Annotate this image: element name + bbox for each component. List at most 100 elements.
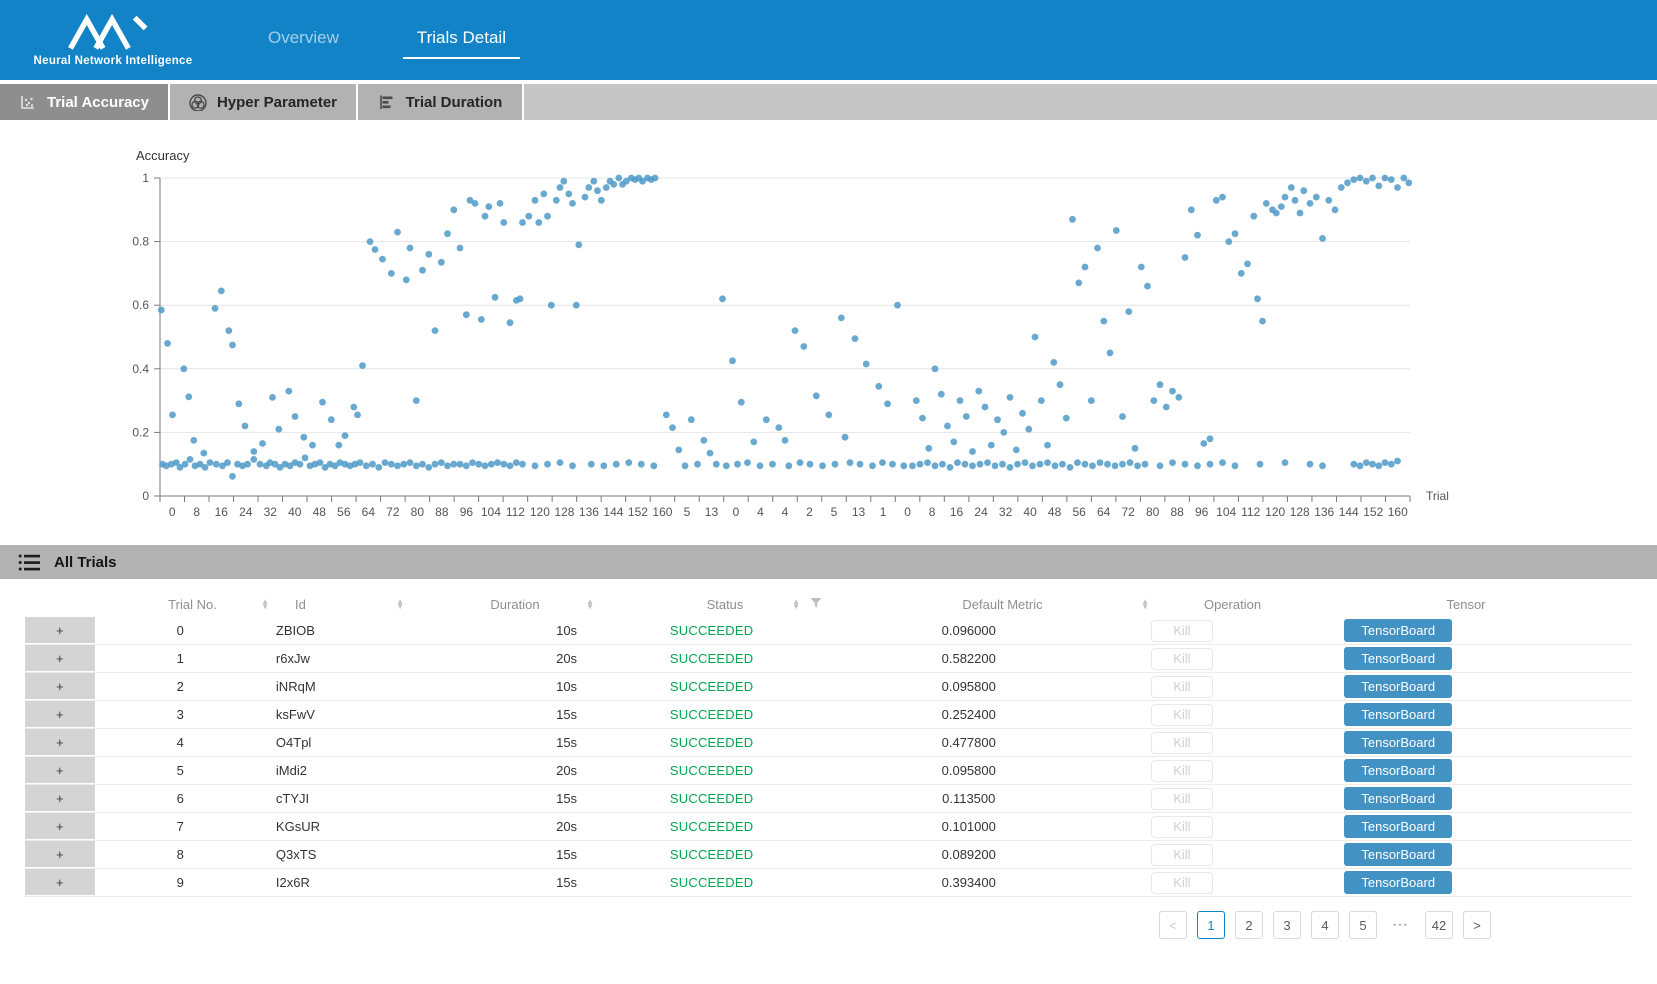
tensorboard-button[interactable]: TensorBoard bbox=[1344, 759, 1452, 782]
expand-row-button[interactable]: + bbox=[25, 701, 95, 728]
pagination-page-1[interactable]: 1 bbox=[1197, 911, 1225, 939]
svg-text:136: 136 bbox=[579, 505, 599, 519]
tensorboard-button[interactable]: TensorBoard bbox=[1344, 647, 1452, 670]
svg-text:152: 152 bbox=[1363, 505, 1383, 519]
accuracy-scatter-chart: Accuracy10.80.60.40.20081624324048566472… bbox=[0, 120, 1657, 532]
cell-default-metric: 0.095800 bbox=[818, 673, 1119, 700]
pagination-page-5[interactable]: 5 bbox=[1349, 911, 1377, 939]
pagination-page-2[interactable]: 2 bbox=[1235, 911, 1263, 939]
svg-text:40: 40 bbox=[1023, 505, 1037, 519]
sort-icon[interactable]: ▲▼ bbox=[396, 599, 404, 609]
expand-row-button[interactable]: + bbox=[25, 785, 95, 812]
kill-button[interactable]: Kill bbox=[1151, 648, 1213, 670]
sort-icon[interactable]: ▲▼ bbox=[586, 599, 594, 609]
status-badge: SUCCEEDED bbox=[670, 735, 753, 750]
kill-button[interactable]: Kill bbox=[1151, 732, 1213, 754]
pagination-page-42[interactable]: 42 bbox=[1425, 911, 1453, 939]
cell-trial-no: 2 bbox=[95, 673, 266, 700]
expand-row-button[interactable]: + bbox=[25, 729, 95, 756]
col-header-default-metric[interactable]: Default Metric▲▼ bbox=[840, 591, 1165, 617]
pagination-ellipsis[interactable]: ••• bbox=[1387, 911, 1415, 939]
svg-text:32: 32 bbox=[999, 505, 1013, 519]
col-header-duration[interactable]: Duration▲▼ bbox=[420, 591, 610, 617]
svg-text:4: 4 bbox=[757, 505, 764, 519]
pagination-page-3[interactable]: 3 bbox=[1273, 911, 1301, 939]
tab-label: Trial Accuracy bbox=[47, 94, 149, 111]
svg-text:1: 1 bbox=[142, 171, 149, 185]
kill-button[interactable]: Kill bbox=[1151, 816, 1213, 838]
status-badge: SUCCEEDED bbox=[670, 707, 753, 722]
nav-tab-trials-detail[interactable]: Trials Detail bbox=[407, 22, 516, 59]
col-header-operation: Operation bbox=[1165, 591, 1300, 617]
cell-operation: Kill bbox=[1119, 869, 1244, 896]
table-row: +8Q3xTS15sSUCCEEDED0.089200KillTensorBoa… bbox=[25, 841, 1632, 869]
cell-default-metric: 0.095800 bbox=[818, 757, 1119, 784]
cell-duration: 20s bbox=[401, 813, 605, 840]
cell-tensor: TensorBoard bbox=[1244, 785, 1632, 812]
col-header-id[interactable]: Id▲▼ bbox=[285, 591, 420, 617]
kill-button[interactable]: Kill bbox=[1151, 788, 1213, 810]
sort-icon[interactable]: ▲▼ bbox=[1141, 599, 1149, 609]
svg-text:72: 72 bbox=[1121, 505, 1135, 519]
nav-tab-overview[interactable]: Overview bbox=[258, 22, 349, 59]
table-row: +0ZBIOB10sSUCCEEDED0.096000KillTensorBoa… bbox=[25, 617, 1632, 645]
cell-status: SUCCEEDED bbox=[605, 841, 818, 868]
tensorboard-button[interactable]: TensorBoard bbox=[1344, 731, 1452, 754]
cell-tensor: TensorBoard bbox=[1244, 701, 1632, 728]
expand-row-button[interactable]: + bbox=[25, 869, 95, 896]
kill-button[interactable]: Kill bbox=[1151, 872, 1213, 894]
cell-status: SUCCEEDED bbox=[605, 617, 818, 644]
cell-trial-no: 6 bbox=[95, 785, 266, 812]
tensorboard-button[interactable]: TensorBoard bbox=[1344, 703, 1452, 726]
expand-row-button[interactable]: + bbox=[25, 757, 95, 784]
svg-text:0.8: 0.8 bbox=[132, 235, 149, 249]
kill-button[interactable]: Kill bbox=[1151, 844, 1213, 866]
kill-button[interactable]: Kill bbox=[1151, 676, 1213, 698]
filter-icon[interactable] bbox=[810, 597, 822, 612]
table-row: +3ksFwV15sSUCCEEDED0.252400KillTensorBoa… bbox=[25, 701, 1632, 729]
svg-text:0: 0 bbox=[142, 489, 149, 503]
expand-row-button[interactable]: + bbox=[25, 645, 95, 672]
tab-label: Trial Duration bbox=[406, 94, 503, 111]
expand-row-button[interactable]: + bbox=[25, 617, 95, 644]
tensorboard-button[interactable]: TensorBoard bbox=[1344, 675, 1452, 698]
tensorboard-button[interactable]: TensorBoard bbox=[1344, 815, 1452, 838]
kill-button[interactable]: Kill bbox=[1151, 704, 1213, 726]
pagination-next[interactable]: > bbox=[1463, 911, 1491, 939]
kill-button[interactable]: Kill bbox=[1151, 760, 1213, 782]
svg-text:48: 48 bbox=[313, 505, 327, 519]
tensorboard-button[interactable]: TensorBoard bbox=[1344, 619, 1452, 642]
kill-button[interactable]: Kill bbox=[1151, 620, 1213, 642]
tensorboard-button[interactable]: TensorBoard bbox=[1344, 843, 1452, 866]
col-header-status[interactable]: Status▲▼ bbox=[610, 591, 840, 617]
cell-duration: 15s bbox=[401, 869, 605, 896]
svg-text:1: 1 bbox=[880, 505, 887, 519]
tab-hyper-parameter[interactable]: Hyper Parameter bbox=[170, 84, 358, 120]
col-header-label: Status bbox=[610, 597, 840, 612]
tab-trial-accuracy[interactable]: Trial Accuracy bbox=[0, 84, 170, 120]
cell-trial-no: 4 bbox=[95, 729, 266, 756]
expand-row-button[interactable]: + bbox=[25, 841, 95, 868]
cell-status: SUCCEEDED bbox=[605, 869, 818, 896]
cell-operation: Kill bbox=[1119, 701, 1244, 728]
sort-icon[interactable]: ▲▼ bbox=[792, 599, 800, 609]
pagination: <12345 ••• 42 > bbox=[25, 911, 1491, 939]
cell-id: Q3xTS bbox=[266, 841, 401, 868]
pagination-page-4[interactable]: 4 bbox=[1311, 911, 1339, 939]
cell-status: SUCCEEDED bbox=[605, 757, 818, 784]
top-nav: Overview Trials Detail bbox=[258, 0, 516, 80]
tab-trial-duration[interactable]: Trial Duration bbox=[358, 84, 524, 120]
tensorboard-button[interactable]: TensorBoard bbox=[1344, 871, 1452, 894]
expand-row-button[interactable]: + bbox=[25, 813, 95, 840]
expand-row-button[interactable]: + bbox=[25, 673, 95, 700]
svg-text:16: 16 bbox=[215, 505, 229, 519]
col-header-trial-no[interactable]: Trial No.▲▼ bbox=[100, 591, 285, 617]
cell-default-metric: 0.113500 bbox=[818, 785, 1119, 812]
table-row: +1r6xJw20sSUCCEEDED0.582200KillTensorBoa… bbox=[25, 645, 1632, 673]
tensorboard-button[interactable]: TensorBoard bbox=[1344, 787, 1452, 810]
pagination-prev[interactable]: < bbox=[1159, 911, 1187, 939]
view-tabs: Trial Accuracy Hyper Parameter Trial Durat… bbox=[0, 84, 1657, 120]
cell-status: SUCCEEDED bbox=[605, 645, 818, 672]
sort-icon[interactable]: ▲▼ bbox=[261, 599, 269, 609]
cell-status: SUCCEEDED bbox=[605, 729, 818, 756]
